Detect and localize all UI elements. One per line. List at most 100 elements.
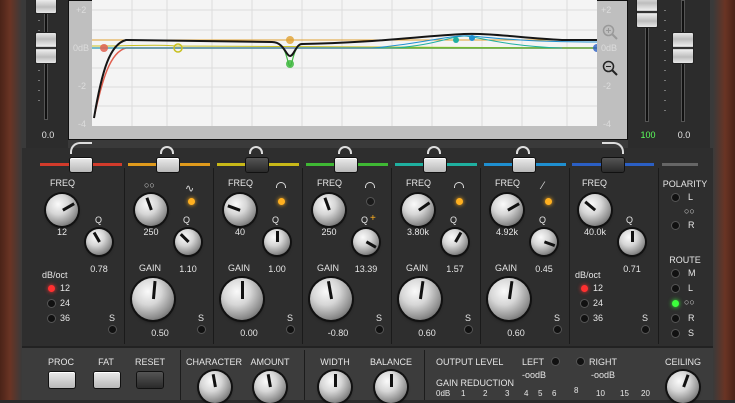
band-divider [124, 168, 125, 344]
bell-toggle-icon[interactable] [276, 182, 286, 188]
input-fader-handle[interactable] [35, 32, 57, 64]
b1-q-knob[interactable] [175, 229, 201, 255]
b5-freq-knob[interactable] [491, 194, 523, 226]
lp-slope-12-led[interactable] [581, 285, 588, 292]
character-knob[interactable] [199, 371, 231, 403]
polarity-left-led[interactable] [672, 194, 679, 201]
b2-q-knob[interactable] [264, 229, 290, 255]
lp-slope-24-led[interactable] [581, 300, 588, 307]
input-fader-handle-top[interactable] [35, 0, 57, 14]
b3-gain-knob[interactable] [310, 278, 352, 320]
b5-shape-led[interactable] [545, 198, 552, 205]
polarity-right-led[interactable] [672, 222, 679, 229]
b3-q-value: 13.39 [354, 264, 378, 274]
zoom-in-icon[interactable] [602, 24, 618, 40]
b3-shape-led[interactable] [367, 198, 374, 205]
hp-freq-knob[interactable] [46, 194, 78, 226]
b1-freq-knob[interactable] [135, 194, 167, 226]
b2-solo-button[interactable] [287, 326, 294, 333]
amount-label: AMOUNT [250, 357, 290, 367]
b4-q-knob[interactable] [442, 229, 468, 255]
shelf-toggle-icon[interactable]: ∿ [185, 182, 194, 195]
b4-gain-value: 0.60 [418, 328, 436, 338]
q-plus-icon: + [370, 213, 376, 224]
width-knob[interactable] [319, 371, 351, 403]
gr-scale-15: 15 [620, 389, 629, 398]
lowpass-shape-icon [602, 142, 624, 154]
b5-enable-button[interactable] [513, 158, 535, 172]
b3-gain-label: GAIN [317, 263, 340, 273]
b1-solo-button[interactable] [198, 326, 205, 333]
route-s-led[interactable] [672, 330, 679, 337]
b1-enable-button[interactable] [157, 158, 179, 172]
bell-toggle-icon[interactable] [365, 182, 375, 188]
b4-shape-led[interactable] [456, 198, 463, 205]
b4-enable-button[interactable] [424, 158, 446, 172]
bell-toggle-icon[interactable] [454, 182, 464, 188]
lp-q-knob[interactable] [619, 229, 645, 255]
reset-button[interactable] [137, 372, 163, 388]
lp-enable-button[interactable] [602, 158, 624, 172]
hp-solo-label: S [109, 313, 116, 323]
highpass-shape-icon [70, 142, 92, 154]
hp-enable-button[interactable] [70, 158, 92, 172]
b3-q-knob[interactable] [353, 229, 379, 255]
fat-button[interactable] [94, 372, 120, 388]
lp-slope-36-led[interactable] [581, 315, 588, 322]
left-scale-minus2: -2 [78, 81, 87, 91]
balance-knob[interactable] [375, 371, 407, 403]
hp-q-knob[interactable] [86, 229, 112, 255]
output-left-clip-led[interactable] [552, 358, 559, 365]
link-rings-icon[interactable]: ○○ [684, 206, 695, 216]
route-m-led[interactable] [672, 270, 679, 277]
b5-gain-value: 0.60 [507, 328, 525, 338]
b3-freq-knob[interactable] [313, 194, 345, 226]
b4-freq-knob[interactable] [402, 194, 434, 226]
b5-solo-button[interactable] [554, 326, 561, 333]
high-shelf-toggle-icon[interactable]: ⁄ [542, 180, 544, 192]
width-label: WIDTH [320, 357, 350, 367]
polarity-left-label: L [688, 192, 694, 202]
hp-freq-label: FREQ [50, 178, 76, 188]
hp-slope-label: dB/oct [42, 270, 68, 280]
proc-button[interactable] [49, 372, 75, 388]
b2-enable-button[interactable] [246, 158, 268, 172]
hp-slope-12-label: 12 [60, 283, 71, 293]
b1-gain-knob[interactable] [132, 278, 174, 320]
band2-node [286, 36, 294, 44]
b4-solo-button[interactable] [465, 326, 472, 333]
route-stereo-led[interactable] [672, 300, 679, 307]
ceiling-knob[interactable] [667, 371, 699, 403]
b5-freq-value: 4.92k [495, 227, 519, 237]
b1-shape-led[interactable] [188, 198, 195, 205]
b5-gain-knob[interactable] [488, 278, 530, 320]
amount-knob[interactable] [254, 371, 286, 403]
b3-q-label: Q [361, 215, 369, 225]
route-r-led[interactable] [672, 315, 679, 322]
b2-gain-knob[interactable] [221, 278, 263, 320]
hp-solo-button[interactable] [109, 326, 116, 333]
output-right-value: 0.0 [677, 130, 691, 140]
b2-shape-led[interactable] [278, 198, 285, 205]
hp-slope-12-led[interactable] [48, 285, 55, 292]
b5-q-knob[interactable] [531, 229, 557, 255]
zoom-out-icon[interactable] [602, 60, 618, 76]
route-l-led[interactable] [672, 285, 679, 292]
output-right-fader[interactable] [672, 32, 694, 64]
right-scale-minus2: -2 [603, 81, 612, 91]
hp-slope-36-led[interactable] [48, 315, 55, 322]
b4-gain-knob[interactable] [399, 278, 441, 320]
lp-freq-knob[interactable] [579, 194, 611, 226]
gr-scale-0db: 0dB [436, 389, 451, 398]
lp-solo-button[interactable] [642, 326, 649, 333]
band5-node [469, 35, 475, 41]
side-band-line [662, 163, 698, 166]
b3-solo-button[interactable] [376, 326, 383, 333]
b2-freq-knob[interactable] [224, 194, 256, 226]
output-right-clip-led[interactable] [577, 358, 584, 365]
right-scale-plus2: +2 [601, 5, 612, 15]
eq-curve-graph[interactable] [92, 0, 597, 126]
output-left-fader[interactable] [636, 0, 658, 28]
hp-slope-24-led[interactable] [48, 300, 55, 307]
b3-enable-button[interactable] [335, 158, 357, 172]
